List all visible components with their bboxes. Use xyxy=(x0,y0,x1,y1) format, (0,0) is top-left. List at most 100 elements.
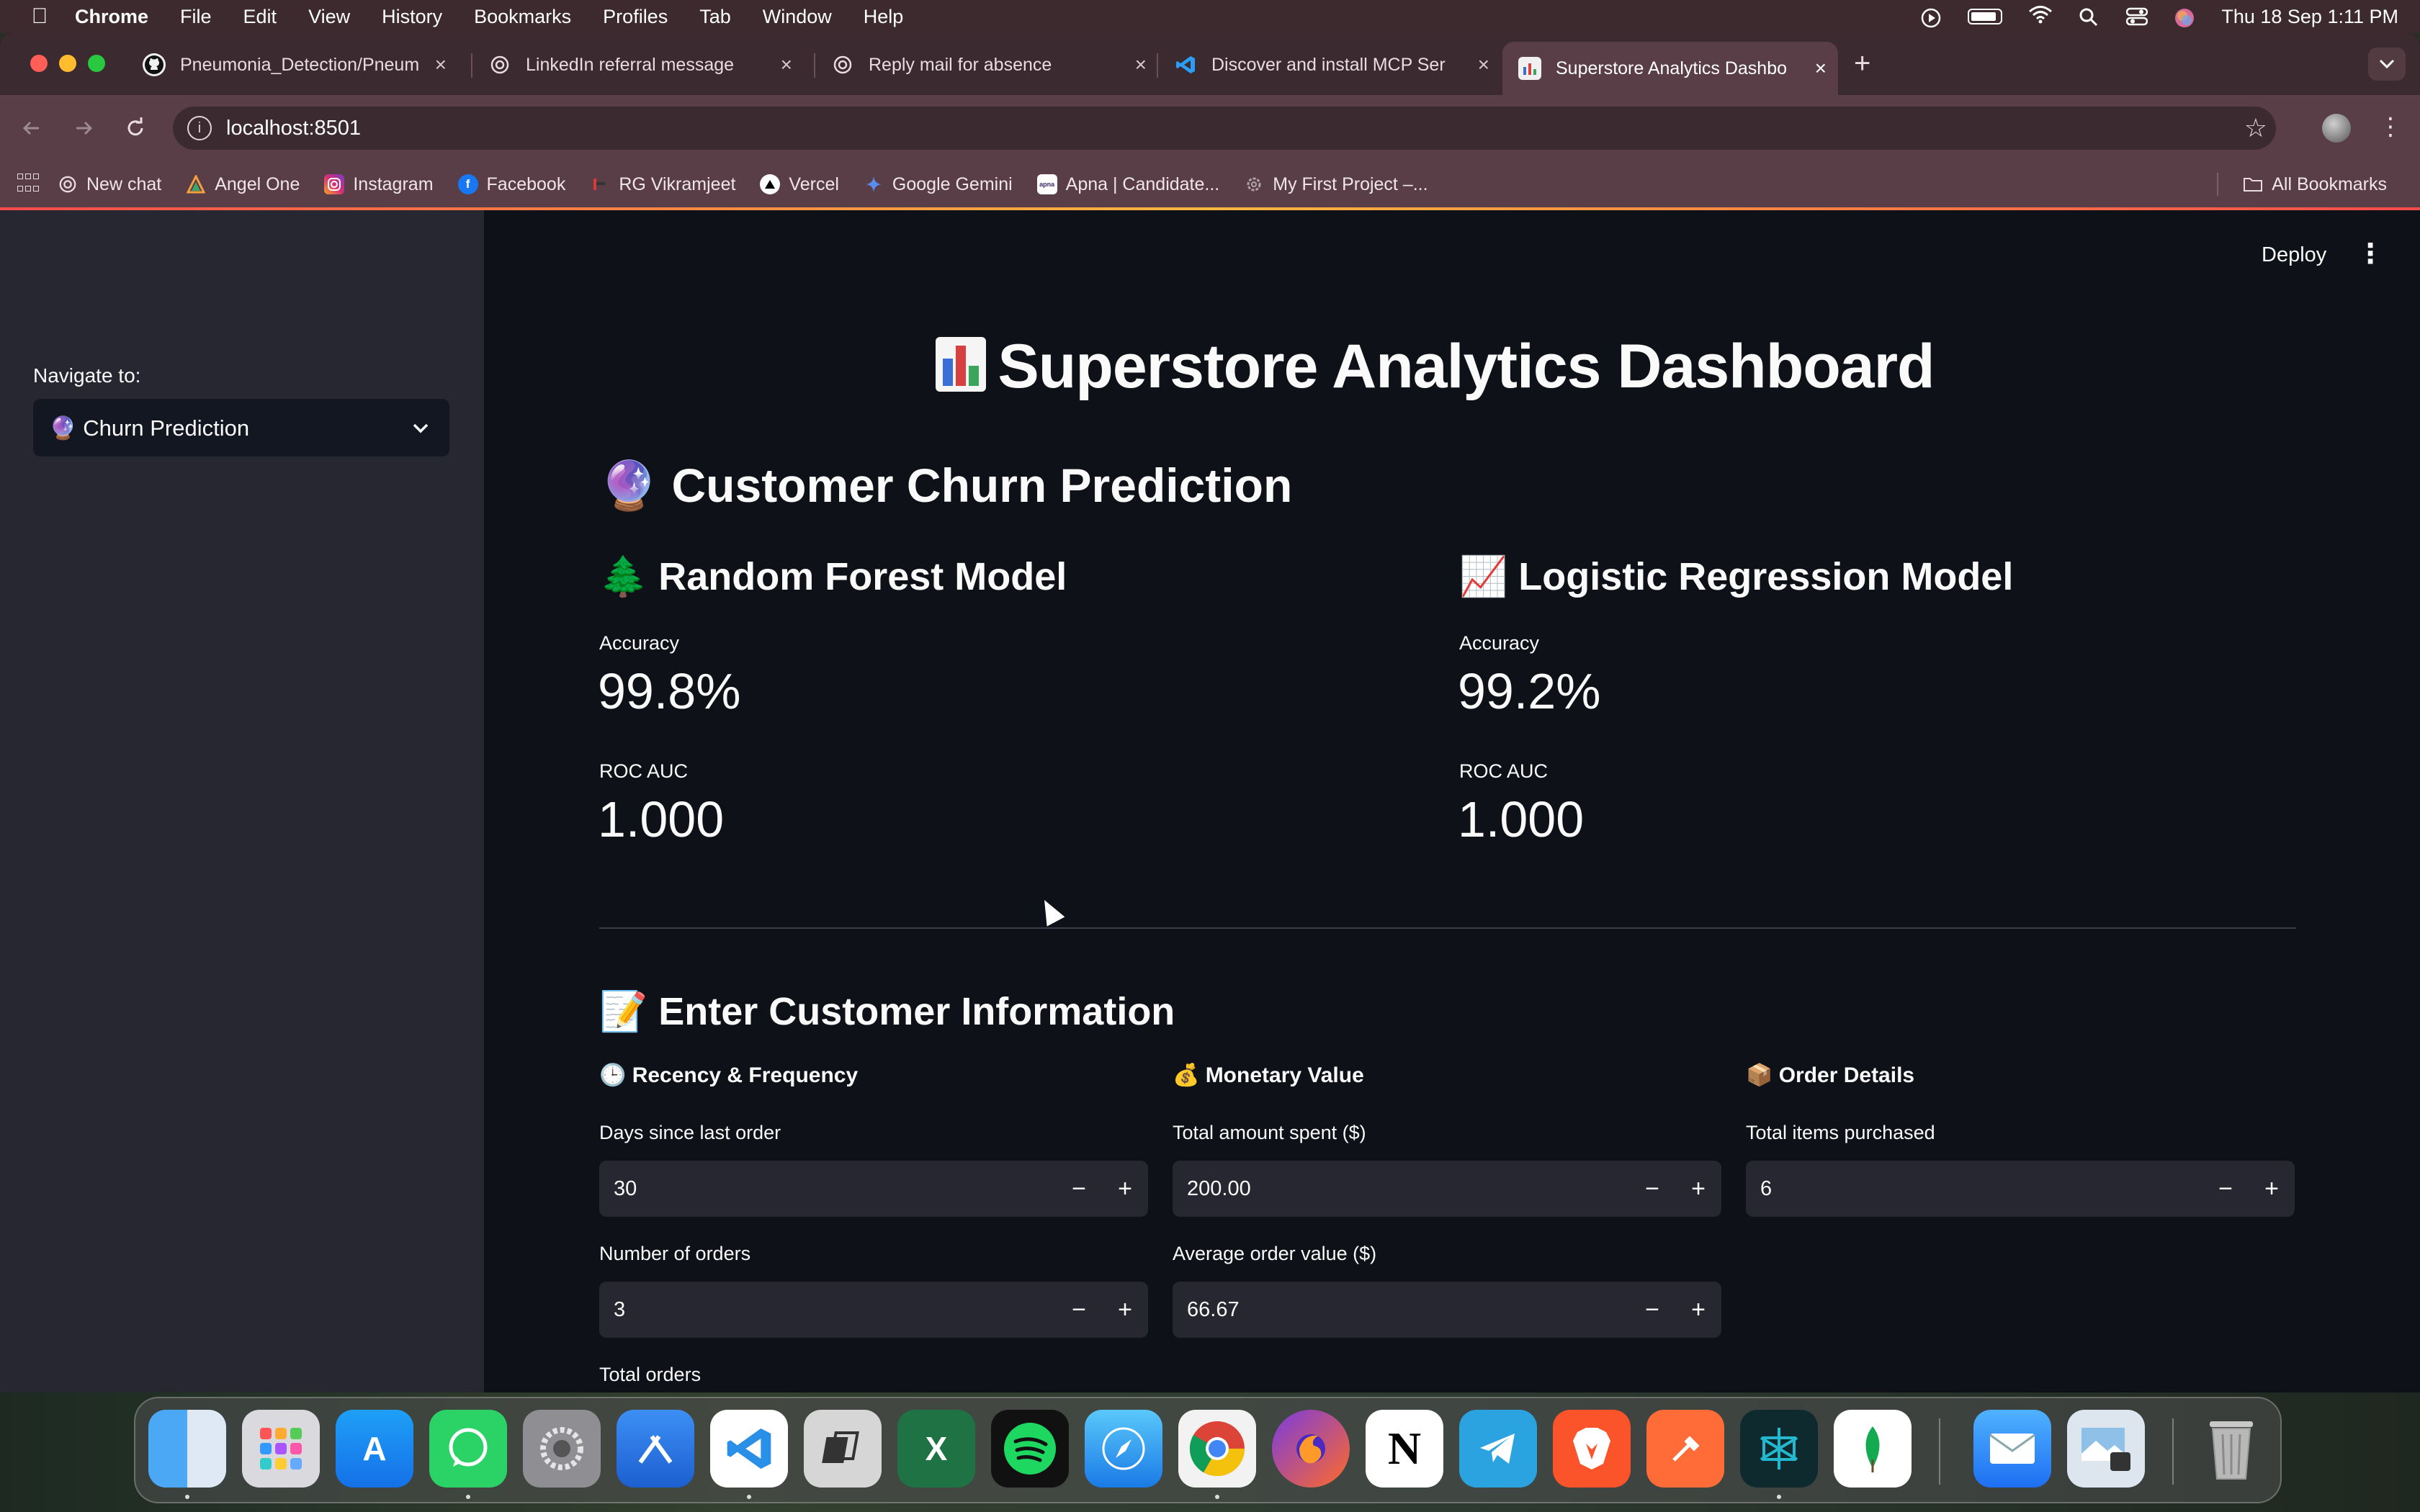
menu-profiles[interactable]: Profiles xyxy=(603,6,668,28)
whatsapp-icon[interactable] xyxy=(429,1410,507,1488)
bookmark-label: Vercel xyxy=(789,174,839,194)
menu-bar-clock[interactable]: Thu 18 Sep 1:11 PM xyxy=(2221,6,2398,28)
safari-icon[interactable] xyxy=(1085,1410,1162,1488)
increment-button[interactable]: + xyxy=(2249,1161,2295,1217)
increment-button[interactable]: + xyxy=(1102,1282,1148,1338)
navigation-select[interactable]: 🔮 Churn Prediction xyxy=(33,399,449,456)
menu-history[interactable]: History xyxy=(382,6,442,28)
menu-window[interactable]: Window xyxy=(763,6,832,28)
bookmark-instagram[interactable]: Instagram xyxy=(324,174,434,195)
mail-icon[interactable] xyxy=(1973,1410,2051,1488)
main-menu-icon[interactable]: ⋮ xyxy=(2357,238,2384,270)
vscode-icon[interactable] xyxy=(710,1410,788,1488)
deploy-button[interactable]: Deploy xyxy=(2262,243,2326,267)
system-settings-icon[interactable] xyxy=(523,1410,601,1488)
telegram-icon[interactable] xyxy=(1459,1410,1537,1488)
total-amount-spent-input[interactable]: 200.00 − + xyxy=(1173,1161,1721,1217)
forward-icon[interactable] xyxy=(66,111,101,145)
menu-tab[interactable]: Tab xyxy=(699,6,731,28)
profile-avatar[interactable] xyxy=(2322,114,2351,143)
apple-icon[interactable]:  xyxy=(29,4,50,29)
menu-edit[interactable]: Edit xyxy=(243,6,277,28)
address-bar[interactable]: i localhost:8501 ☆ xyxy=(173,107,2276,150)
tab-linkedin-referral[interactable]: LinkedIn referral message × xyxy=(472,42,804,88)
screen-record-icon[interactable] xyxy=(1920,7,1942,28)
rf-roc-value: 1.000 xyxy=(598,791,725,847)
increment-button[interactable]: + xyxy=(1675,1282,1721,1338)
control-center-icon[interactable] xyxy=(2126,7,2148,26)
new-tab-button[interactable]: + xyxy=(1854,48,1870,80)
tab-mcp-servers[interactable]: Discover and install MCP Ser × xyxy=(1158,42,1501,88)
bookmark-google-gemini[interactable]: Google Gemini xyxy=(864,174,1013,195)
xcode-icon[interactable] xyxy=(617,1410,694,1488)
back-icon[interactable] xyxy=(14,111,49,145)
minimize-window-button[interactable] xyxy=(59,55,76,72)
all-bookmarks-button[interactable]: All Bookmarks xyxy=(2243,161,2387,207)
average-order-value-input[interactable]: 66.67 − + xyxy=(1173,1282,1721,1338)
bookmark-my-first-project[interactable]: My First Project –... xyxy=(1244,174,1428,195)
total-items-purchased-input[interactable]: 6 − + xyxy=(1746,1161,2295,1217)
close-tab-icon[interactable]: × xyxy=(1478,53,1489,76)
reload-icon[interactable] xyxy=(118,111,153,145)
menu-app-name[interactable]: Chrome xyxy=(75,6,148,28)
input-value: 66.67 xyxy=(1187,1297,1240,1321)
perplexity-icon[interactable] xyxy=(1740,1410,1818,1488)
menu-help[interactable]: Help xyxy=(864,6,904,28)
chrome-menu-icon[interactable]: ⋮ xyxy=(2378,112,2403,141)
bookmark-star-icon[interactable]: ☆ xyxy=(2244,113,2267,143)
wifi-icon[interactable] xyxy=(2028,5,2053,29)
mongodb-compass-icon[interactable] xyxy=(1834,1410,1912,1488)
decrement-button[interactable]: − xyxy=(2202,1161,2249,1217)
launchpad-icon[interactable] xyxy=(242,1410,320,1488)
apps-grid-icon[interactable] xyxy=(17,174,39,195)
decrement-button[interactable]: − xyxy=(1629,1161,1675,1217)
logistic-regression-title: 📈 Logistic Regression Model xyxy=(1459,555,2014,598)
zoom-window-button[interactable] xyxy=(88,55,105,72)
close-tab-icon[interactable]: × xyxy=(1815,57,1827,80)
site-info-icon[interactable]: i xyxy=(187,116,212,140)
notes-icon[interactable] xyxy=(804,1410,882,1488)
running-indicator xyxy=(1215,1495,1219,1499)
tab-pneumonia[interactable]: Pneumonia_Detection/Pneum × xyxy=(127,42,458,88)
increment-button[interactable]: + xyxy=(1102,1161,1148,1217)
rf-accuracy-label: Accuracy xyxy=(599,632,680,654)
bookmark-new-chat[interactable]: New chat xyxy=(58,174,161,195)
spotify-icon[interactable] xyxy=(991,1410,1069,1488)
days-since-last-order-input[interactable]: 30 − + xyxy=(599,1161,1148,1217)
increment-button[interactable]: + xyxy=(1675,1161,1721,1217)
tab-reply-mail[interactable]: Reply mail for absence × xyxy=(815,42,1158,88)
decrement-button[interactable]: − xyxy=(1056,1282,1102,1338)
decrement-button[interactable]: − xyxy=(1056,1161,1102,1217)
trash-icon[interactable] xyxy=(2192,1410,2270,1488)
close-tab-icon[interactable]: × xyxy=(1135,53,1147,76)
running-indicator xyxy=(185,1495,189,1499)
app-store-icon[interactable]: A xyxy=(336,1410,413,1488)
menu-file[interactable]: File xyxy=(180,6,212,28)
menu-view[interactable]: View xyxy=(308,6,350,28)
rg-icon xyxy=(590,174,610,194)
bookmark-vercel[interactable]: Vercel xyxy=(760,174,839,195)
preview-icon[interactable] xyxy=(2067,1410,2145,1488)
menu-bookmarks[interactable]: Bookmarks xyxy=(474,6,571,28)
tab-search-button[interactable] xyxy=(2368,48,2406,81)
firefox-icon[interactable] xyxy=(1272,1410,1350,1488)
close-tab-icon[interactable]: × xyxy=(435,53,447,76)
bookmark-angel-one[interactable]: Angel One xyxy=(186,174,300,195)
battery-icon[interactable] xyxy=(1968,9,2003,24)
search-icon[interactable] xyxy=(2079,7,2100,27)
close-tab-icon[interactable]: × xyxy=(781,53,792,76)
bookmark-apna[interactable]: apna Apna | Candidate... xyxy=(1036,174,1219,195)
bookmark-rg-vikramjeet[interactable]: RG Vikramjeet xyxy=(590,174,735,195)
finder-icon[interactable] xyxy=(148,1410,226,1488)
bookmark-facebook[interactable]: f Facebook xyxy=(457,174,565,195)
close-window-button[interactable] xyxy=(30,55,48,72)
number-of-orders-input[interactable]: 3 − + xyxy=(599,1282,1148,1338)
postman-icon[interactable] xyxy=(1646,1410,1724,1488)
tab-superstore-dashboard[interactable]: Superstore Analytics Dashbo × xyxy=(1502,42,1838,95)
chrome-icon[interactable] xyxy=(1178,1410,1256,1488)
excel-icon[interactable]: X xyxy=(897,1410,975,1488)
brave-icon[interactable] xyxy=(1553,1410,1631,1488)
siri-icon[interactable] xyxy=(2174,7,2195,27)
decrement-button[interactable]: − xyxy=(1629,1282,1675,1338)
notion-icon[interactable]: N xyxy=(1366,1410,1443,1488)
